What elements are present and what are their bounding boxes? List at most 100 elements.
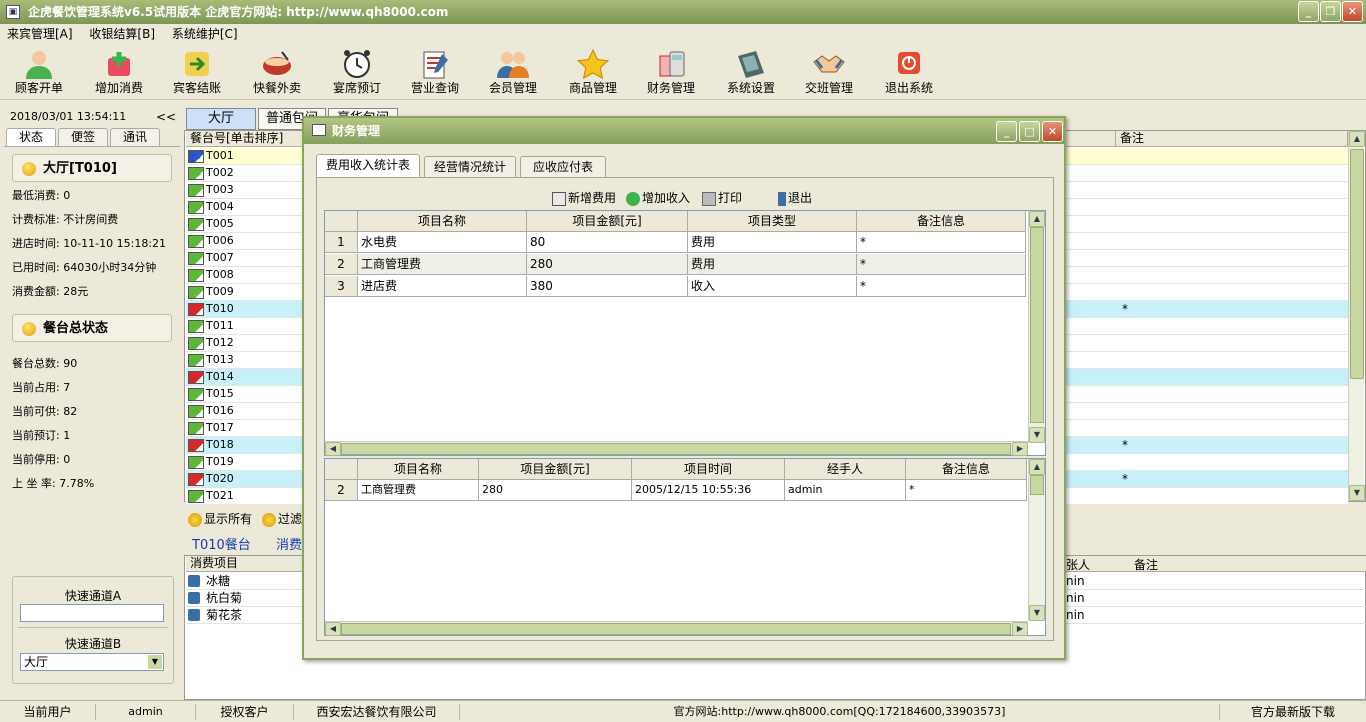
grid1-row-number[interactable]: 2: [325, 254, 358, 275]
scroll-up-icon[interactable]: ▲: [1349, 131, 1365, 147]
collapse-button[interactable]: <<: [156, 110, 176, 124]
grid1-row-number[interactable]: 3: [325, 276, 358, 297]
grid2-hscroll[interactable]: ◀ ▶: [325, 621, 1028, 636]
scroll-left-icon[interactable]: ◀: [325, 622, 341, 636]
menu-guest[interactable]: 来宾管理[A]: [1, 24, 79, 44]
scroll-right-icon[interactable]: ▶: [1012, 442, 1028, 456]
dialog-minimize-button[interactable]: _: [996, 121, 1017, 142]
grid2-row-number[interactable]: 2: [325, 480, 358, 501]
grid1-cell-name[interactable]: 水电费: [358, 232, 527, 253]
add-income-button[interactable]: 增加收入: [626, 189, 690, 206]
scroll-thumb[interactable]: [1030, 227, 1044, 423]
filter-button[interactable]: 过滤: [262, 510, 302, 527]
tab-notes[interactable]: 便签: [58, 128, 108, 146]
quick-a-input[interactable]: [20, 604, 164, 622]
grid1-cell-amount[interactable]: 280: [527, 254, 688, 275]
main-scrollbar[interactable]: ▲ ▼: [1348, 131, 1365, 501]
grid2-corner: [325, 459, 358, 480]
product-button[interactable]: 商品管理: [554, 48, 632, 98]
member-button[interactable]: 会员管理: [474, 48, 552, 98]
grid1-cell-type[interactable]: 费用: [688, 254, 857, 275]
chevron-down-icon[interactable]: ▼: [148, 655, 162, 669]
checkout-button[interactable]: 宾客结账: [158, 48, 236, 98]
tab-contact[interactable]: 通讯: [110, 128, 160, 146]
add-consumption-button[interactable]: 增加消费: [80, 48, 158, 98]
takeout-button[interactable]: 快餐外卖: [238, 48, 316, 98]
close-button[interactable]: ✕: [1342, 1, 1363, 22]
quick-b-select[interactable]: 大厅 ▼: [20, 653, 164, 671]
download-link[interactable]: 官方最新版下载: [1220, 704, 1366, 720]
speaker-icon: [188, 575, 200, 587]
grid1-cell-amount[interactable]: 80: [527, 232, 688, 253]
grid2-cell-note[interactable]: *: [906, 480, 1027, 501]
print-button[interactable]: 打印: [702, 189, 742, 206]
business-query-button[interactable]: 营业查询: [396, 48, 474, 98]
col-handler[interactable]: 张人: [1066, 556, 1090, 573]
grid1-cell-name[interactable]: 进店费: [358, 276, 527, 297]
grid2-cell-name[interactable]: 工商管理费: [358, 480, 479, 501]
scroll-right-icon[interactable]: ▶: [1012, 622, 1028, 636]
scroll-up-icon[interactable]: ▲: [1029, 459, 1045, 475]
banquet-reserve-button[interactable]: 宴席预订: [318, 48, 396, 98]
grid1-row-number[interactable]: 1: [325, 232, 358, 253]
speaker-icon: [188, 609, 200, 621]
grid2-cell-amount[interactable]: 280: [479, 480, 632, 501]
grid2-col-note[interactable]: 备注信息: [906, 459, 1027, 480]
finance-button[interactable]: 财务管理: [632, 48, 710, 98]
tab-status[interactable]: 状态: [6, 128, 56, 146]
exit-system-button[interactable]: 退出系统: [870, 48, 948, 98]
col-note-2[interactable]: 备注: [1134, 556, 1158, 573]
menu-cashier[interactable]: 收银结算[B]: [83, 24, 161, 44]
grid1-cell-amount[interactable]: 380: [527, 276, 688, 297]
shift-change-button[interactable]: 交班管理: [790, 48, 868, 98]
scroll-down-icon[interactable]: ▼: [1349, 485, 1365, 501]
table-flag-icon: [188, 490, 204, 503]
scroll-down-icon[interactable]: ▼: [1029, 605, 1045, 621]
col-note[interactable]: 备注: [1116, 131, 1348, 147]
minimize-button[interactable]: _: [1298, 1, 1319, 22]
grid2-col-amount[interactable]: 项目金额[元]: [479, 459, 632, 480]
exit-dialog-button[interactable]: 退出: [778, 189, 812, 206]
grid1-cell-name[interactable]: 工商管理费: [358, 254, 527, 275]
grid1-col-amount[interactable]: 项目金额[元]: [527, 211, 688, 232]
person-icon: [26, 51, 52, 79]
grid1-vscroll[interactable]: ▲ ▼: [1028, 211, 1045, 443]
table-id: T010: [206, 302, 234, 315]
scroll-thumb[interactable]: [341, 623, 1011, 635]
table-id: T009: [206, 285, 234, 298]
settings-button[interactable]: 系统设置: [712, 48, 790, 98]
grid2-cell-time[interactable]: 2005/12/15 10:55:36: [632, 480, 785, 501]
tab-business-stats[interactable]: 经营情况统计: [424, 156, 516, 178]
scroll-thumb[interactable]: [1030, 475, 1044, 495]
grid2-col-handler[interactable]: 经手人: [785, 459, 906, 480]
grid2-col-time[interactable]: 项目时间: [632, 459, 785, 480]
scroll-thumb[interactable]: [1350, 149, 1364, 379]
grid1-cell-type[interactable]: 收入: [688, 276, 857, 297]
grid1-cell-type[interactable]: 费用: [688, 232, 857, 253]
grid2-col-name[interactable]: 项目名称: [358, 459, 479, 480]
grid1-cell-note[interactable]: *: [857, 254, 1026, 275]
table-id: T006: [206, 234, 234, 247]
grid1-col-name[interactable]: 项目名称: [358, 211, 527, 232]
dialog-close-button[interactable]: ✕: [1042, 121, 1063, 142]
tab-hall[interactable]: 大厅: [186, 108, 256, 130]
grid1-hscroll[interactable]: ◀ ▶: [325, 441, 1028, 456]
scroll-up-icon[interactable]: ▲: [1029, 211, 1045, 227]
menu-system[interactable]: 系统维护[C]: [166, 24, 244, 44]
grid2-vscroll[interactable]: ▲ ▼: [1028, 459, 1045, 621]
scroll-left-icon[interactable]: ◀: [325, 442, 341, 456]
restore-button[interactable]: ❐: [1320, 1, 1341, 22]
scroll-down-icon[interactable]: ▼: [1029, 427, 1045, 443]
tab-receivable-payable[interactable]: 应收应付表: [520, 156, 606, 178]
scroll-thumb[interactable]: [341, 443, 1011, 455]
grid1-cell-note[interactable]: *: [857, 232, 1026, 253]
grid2-cell-handler[interactable]: admin: [785, 480, 906, 501]
grid1-cell-note[interactable]: *: [857, 276, 1026, 297]
grid1-col-note[interactable]: 备注信息: [857, 211, 1026, 232]
grid1-col-type[interactable]: 项目类型: [688, 211, 857, 232]
show-all-button[interactable]: 显示所有: [188, 510, 252, 527]
tab-expense-income[interactable]: 费用收入统计表: [316, 154, 420, 178]
add-expense-button[interactable]: 新增费用: [552, 189, 616, 206]
open-order-button[interactable]: 顾客开单: [0, 48, 78, 98]
dialog-maximize-button[interactable]: □: [1019, 121, 1040, 142]
